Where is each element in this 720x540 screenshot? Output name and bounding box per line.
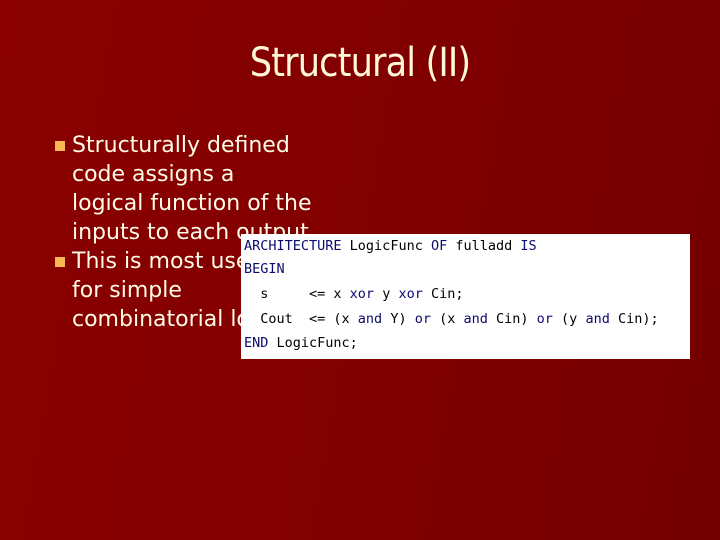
code-text: Cin); [609,311,659,327]
bullet-item: Structurally defined code assigns a logi… [52,131,312,247]
code-line: Cout <= (x and Y) or (x and Cin) or (y a… [244,311,659,327]
code-text: LogicFunc [341,238,431,254]
code-keyword: and [463,311,488,327]
square-bullet-icon [55,257,65,267]
code-keyword: xor [398,286,423,302]
code-keyword: END [244,335,269,351]
code-text: Cin; [422,286,464,302]
slide: Structural (II) Structurally defined cod… [0,0,720,540]
code-line: END LogicFunc; [244,335,358,351]
slide-title: Structural (II) [249,40,471,86]
code-keyword: BEGIN [244,261,285,277]
code-text: fulladd [447,238,521,254]
square-bullet-icon [55,141,65,151]
code-keyword: or [536,311,553,327]
code-snippet: ARCHITECTURE LogicFunc OF fulladd IS BEGI… [241,234,690,359]
code-text: Y) [382,311,415,327]
code-keyword: xor [349,286,375,302]
code-keyword: and [357,311,383,327]
code-text: LogicFunc; [268,335,358,351]
code-text: Cin) [487,311,537,327]
code-text: Cout <= (x [244,311,358,327]
code-line: ARCHITECTURE LogicFunc OF fulladd IS [244,238,537,254]
code-line: s <= x xor y xor Cin; [244,286,463,302]
bullet-text: Structurally defined code assigns a logi… [72,133,312,245]
code-keyword: or [414,311,431,327]
code-text: (x [430,311,464,327]
code-line: BEGIN [244,261,285,277]
code-text: y [374,286,399,302]
code-keyword: and [585,311,610,327]
code-text: (y [552,311,586,327]
code-keyword: OF [430,238,448,254]
code-keyword: ARCHITECTURE [244,238,342,254]
code-text: s <= x [244,286,350,302]
code-keyword: IS [520,238,537,254]
